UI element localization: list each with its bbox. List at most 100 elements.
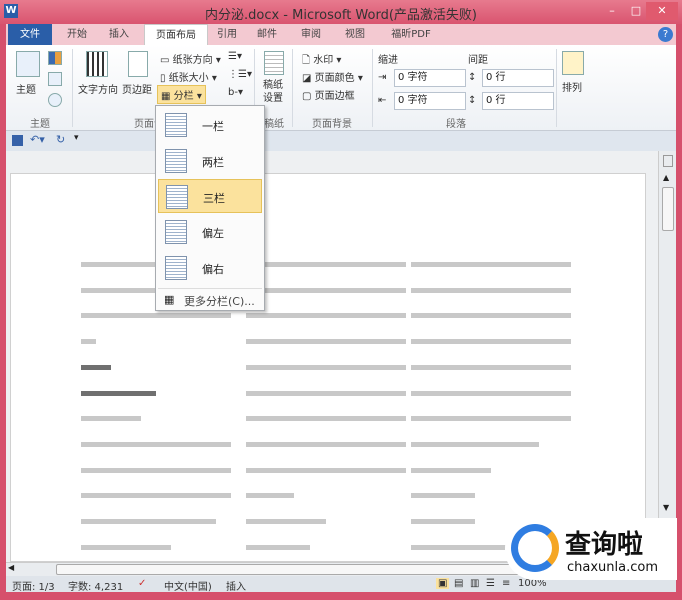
indent-left-input[interactable]: 0 字符 bbox=[394, 69, 466, 87]
document-text-line bbox=[411, 493, 475, 499]
document-text-line bbox=[246, 262, 406, 267]
left-column-icon bbox=[165, 220, 187, 244]
manuscript-settings-button[interactable]: 稿纸 设置 bbox=[263, 79, 283, 105]
themes-button[interactable]: 主题 bbox=[16, 81, 36, 96]
web-layout-view-icon[interactable]: ▥ bbox=[470, 578, 479, 589]
tab-file[interactable]: 文件 bbox=[8, 24, 52, 45]
quick-access-toolbar: ↶▾ ↻ ▾ bbox=[6, 131, 676, 151]
menu-item-right[interactable]: 偏右 bbox=[158, 251, 262, 285]
menu-item-left[interactable]: 偏左 bbox=[158, 215, 262, 249]
right-column-icon bbox=[165, 256, 187, 280]
proofing-icon[interactable]: ✓ bbox=[138, 578, 146, 589]
document-area[interactable] bbox=[6, 151, 658, 562]
text-direction-button[interactable]: 文字方向 bbox=[78, 81, 118, 96]
page-color-label: 页面颜色 bbox=[314, 73, 355, 84]
document-text-line bbox=[81, 441, 231, 447]
spacing-label: 间距 bbox=[468, 55, 488, 66]
maximize-button[interactable]: □ bbox=[624, 2, 648, 20]
close-button[interactable]: ✕ bbox=[646, 2, 678, 20]
tab-page-layout[interactable]: 页面布局 bbox=[144, 24, 208, 45]
h-scroll-thumb[interactable] bbox=[56, 564, 586, 575]
margins-button[interactable]: 页边距 bbox=[122, 81, 152, 96]
document-text-line bbox=[81, 339, 96, 345]
more-columns-icon: ▦ bbox=[164, 293, 175, 306]
columns-dropdown-menu: 一栏 两栏 三栏 偏左 偏右 ▦ 更多分栏(C)... bbox=[155, 105, 265, 311]
menu-item-one-column[interactable]: 一栏 bbox=[158, 108, 262, 142]
logo-name: 查询啦 bbox=[565, 530, 644, 560]
document-text-line bbox=[411, 467, 491, 473]
customize-qat-icon[interactable]: ▾ bbox=[74, 133, 79, 143]
page-borders-button[interactable]: ▢ 页面边框 bbox=[302, 87, 355, 102]
document-text-line bbox=[81, 416, 141, 422]
tab-mailings[interactable]: 邮件 bbox=[252, 24, 282, 45]
print-layout-view-icon[interactable]: ▣ bbox=[436, 578, 450, 589]
group-label-page-background: 页面背景 bbox=[312, 119, 352, 130]
scroll-left-arrow[interactable]: ◀ bbox=[8, 563, 14, 572]
watermark-button[interactable]: 🗋 水印 ▾ bbox=[302, 51, 341, 70]
indent-right-input[interactable]: 0 字符 bbox=[394, 92, 466, 110]
scroll-up-arrow[interactable]: ▲ bbox=[663, 173, 669, 182]
tab-review[interactable]: 审阅 bbox=[296, 24, 326, 45]
document-text-line bbox=[411, 339, 571, 345]
menu-item-more-columns[interactable]: ▦ 更多分栏(C)... bbox=[158, 290, 262, 310]
search-logo-icon bbox=[511, 524, 559, 572]
tab-foxit-pdf[interactable]: 福昕PDF bbox=[386, 24, 436, 45]
ruler-toggle-icon[interactable] bbox=[663, 155, 673, 167]
theme-effects-icon[interactable] bbox=[48, 93, 62, 107]
divider bbox=[292, 49, 293, 127]
undo-icon[interactable]: ↶▾ bbox=[30, 133, 45, 146]
scroll-down-arrow[interactable]: ▼ bbox=[663, 503, 669, 512]
document-text-line bbox=[81, 493, 231, 499]
insert-mode[interactable]: 插入 bbox=[226, 578, 246, 593]
arrange-button[interactable]: 排列 bbox=[562, 79, 582, 94]
tab-home[interactable]: 开始 bbox=[62, 24, 92, 45]
minimize-button[interactable]: – bbox=[600, 2, 624, 20]
tab-references[interactable]: 引用 bbox=[212, 24, 242, 45]
line-numbers-button[interactable]: ⋮☰▾ bbox=[228, 69, 252, 80]
breaks-button[interactable]: ☰▾ bbox=[228, 51, 242, 62]
menu-item-two-columns[interactable]: 两栏 bbox=[158, 144, 262, 178]
divider bbox=[556, 49, 557, 127]
tab-insert[interactable]: 插入 bbox=[104, 24, 134, 45]
document-text-line bbox=[246, 467, 406, 473]
save-icon[interactable] bbox=[12, 135, 23, 146]
document-text-line bbox=[411, 519, 475, 524]
margins-icon[interactable] bbox=[128, 51, 148, 77]
tab-view[interactable]: 视图 bbox=[340, 24, 370, 45]
columns-button[interactable]: ▦ 分栏 ▾ bbox=[157, 85, 206, 104]
language[interactable]: 中文(中国) bbox=[164, 578, 212, 593]
theme-fonts-icon[interactable] bbox=[48, 72, 62, 86]
arrange-icon[interactable] bbox=[562, 51, 584, 75]
menu-item-three-columns[interactable]: 三栏 bbox=[158, 179, 262, 213]
spacing-after-input[interactable]: 0 行 bbox=[482, 92, 554, 110]
document-text-line bbox=[411, 441, 539, 447]
theme-icon[interactable] bbox=[16, 51, 40, 77]
redo-icon[interactable]: ↻ bbox=[56, 133, 65, 146]
manuscript-icon[interactable] bbox=[264, 51, 284, 75]
vertical-scrollbar[interactable]: ▲ ▼ bbox=[658, 151, 676, 562]
document-text-line bbox=[246, 287, 406, 293]
scroll-thumb[interactable] bbox=[662, 187, 674, 231]
document-text-line bbox=[81, 467, 231, 473]
document-page[interactable] bbox=[10, 173, 646, 562]
chaxunla-watermark-logo: 查询啦 chaxunla.com bbox=[505, 518, 677, 580]
text-direction-icon[interactable] bbox=[86, 51, 108, 77]
hyphenation-button[interactable]: b‑▾ bbox=[228, 87, 243, 98]
document-text-line bbox=[411, 313, 571, 319]
divider bbox=[72, 49, 73, 127]
spacing-before-icon: ↕ bbox=[468, 72, 477, 83]
theme-colors-icon[interactable] bbox=[48, 51, 62, 65]
help-icon[interactable]: ? bbox=[658, 27, 673, 42]
orientation-button[interactable]: ▭ 纸张方向 ▾ bbox=[160, 51, 221, 66]
spacing-before-input[interactable]: 0 行 bbox=[482, 69, 554, 87]
page-count[interactable]: 页面: 1/3 bbox=[12, 578, 55, 593]
document-text-line bbox=[246, 390, 406, 396]
full-screen-view-icon[interactable]: ▤ bbox=[454, 578, 463, 589]
draft-view-icon[interactable]: ≡ bbox=[502, 578, 510, 589]
size-button[interactable]: ▯ 纸张大小 ▾ bbox=[160, 69, 217, 84]
menu-item-label: 一栏 bbox=[202, 120, 224, 133]
word-count[interactable]: 字数: 4,231 bbox=[68, 578, 123, 593]
page-color-button[interactable]: ◪ 页面颜色 ▾ bbox=[302, 69, 363, 84]
menu-item-label: 偏右 bbox=[202, 263, 224, 276]
outline-view-icon[interactable]: ☰ bbox=[486, 578, 495, 589]
